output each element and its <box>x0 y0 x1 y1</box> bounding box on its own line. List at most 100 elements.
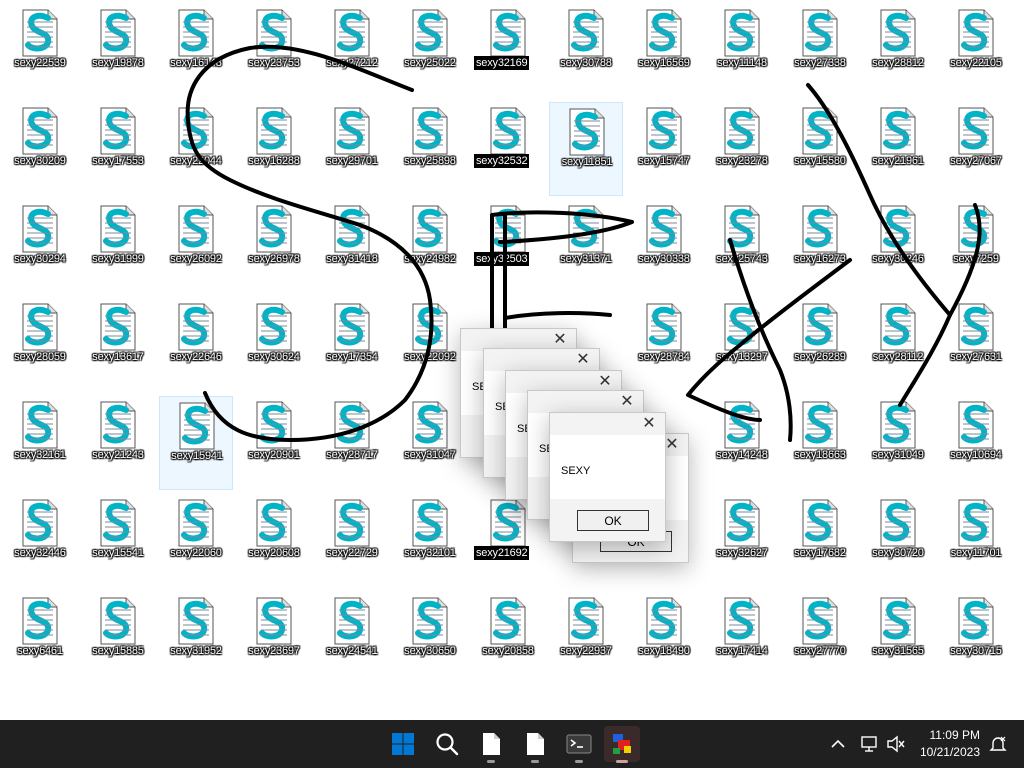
desktop-file-icon[interactable]: sexy16288 <box>237 102 311 196</box>
desktop-file-icon[interactable]: sexy11851 <box>549 102 623 196</box>
desktop-file-icon[interactable]: sexy31952 <box>159 592 233 686</box>
desktop-file-icon[interactable]: sexy17682 <box>783 494 857 588</box>
desktop-file-icon[interactable]: sexy27067 <box>939 102 1013 196</box>
desktop-file-icon[interactable]: sexy11701 <box>939 494 1013 588</box>
desktop-file-icon[interactable]: sexy6461 <box>3 592 77 686</box>
terminal-button[interactable] <box>561 726 597 763</box>
desktop-file-icon[interactable]: sexy20608 <box>237 494 311 588</box>
network-button[interactable] <box>858 732 882 756</box>
desktop-file-icon[interactable]: sexy30624 <box>237 298 311 392</box>
desktop-file-icon[interactable]: sexy22646 <box>159 298 233 392</box>
desktop-file-icon[interactable]: sexy17414 <box>705 592 779 686</box>
desktop-file-icon[interactable]: sexy30715 <box>939 592 1013 686</box>
desktop-file-icon[interactable]: sexy17553 <box>81 102 155 196</box>
desktop-file-icon[interactable]: sexy30209 <box>3 102 77 196</box>
desktop-file-icon[interactable]: sexy31047 <box>393 396 467 490</box>
notification-button[interactable] <box>986 732 1010 756</box>
start-button[interactable] <box>385 726 421 762</box>
desktop-file-icon[interactable]: sexy26092 <box>159 200 233 294</box>
desktop-file-icon[interactable]: sexy24982 <box>393 200 467 294</box>
close-icon[interactable]: ✕ <box>617 393 637 411</box>
desktop-file-icon[interactable]: sexy20858 <box>471 592 545 686</box>
malware-app-button[interactable] <box>604 726 640 763</box>
ok-button[interactable]: OK <box>577 510 649 531</box>
desktop-file-icon[interactable]: sexy7259 <box>939 200 1013 294</box>
clock[interactable]: 11:09 PM 10/21/2023 <box>910 727 980 761</box>
desktop-file-icon[interactable]: sexy31565 <box>861 592 935 686</box>
desktop-file-icon[interactable]: sexy15580 <box>783 102 857 196</box>
desktop-file-icon[interactable]: sexy23753 <box>237 4 311 98</box>
desktop-file-icon[interactable]: sexy22060 <box>159 494 233 588</box>
desktop-file-icon[interactable]: sexy28717 <box>315 396 389 490</box>
close-icon[interactable]: ✕ <box>573 351 593 369</box>
desktop-file-icon[interactable]: sexy22105 <box>939 4 1013 98</box>
desktop-file-icon[interactable]: sexy32169 <box>471 4 545 98</box>
desktop-file-icon[interactable]: sexy23697 <box>237 592 311 686</box>
desktop-file-icon[interactable]: sexy21961 <box>861 102 935 196</box>
close-icon[interactable]: ✕ <box>550 331 570 349</box>
desktop-file-icon[interactable]: sexy32446 <box>3 494 77 588</box>
desktop-file-icon[interactable]: sexy22092 <box>393 298 467 392</box>
desktop-file-icon[interactable]: sexy32101 <box>393 494 467 588</box>
close-icon[interactable]: ✕ <box>639 415 659 433</box>
desktop-file-icon[interactable]: sexy18490 <box>627 592 701 686</box>
desktop-file-icon[interactable]: sexy22937 <box>549 592 623 686</box>
desktop-file-icon[interactable]: sexy32503 <box>471 200 545 294</box>
desktop-file-icon[interactable]: sexy28059 <box>3 298 77 392</box>
desktop-file-icon[interactable]: sexy31049 <box>861 396 935 490</box>
desktop-file-icon[interactable]: sexy30294 <box>3 200 77 294</box>
desktop-file-icon[interactable]: sexy30720 <box>861 494 935 588</box>
desktop-file-icon[interactable]: sexy10694 <box>939 396 1013 490</box>
desktop-file-icon[interactable]: sexy25022 <box>393 4 467 98</box>
desktop-file-icon[interactable]: sexy13297 <box>705 298 779 392</box>
desktop-file-icon[interactable]: sexy26289 <box>783 298 857 392</box>
search-button[interactable] <box>429 726 465 762</box>
desktop-file-icon[interactable]: sexy11148 <box>705 4 779 98</box>
desktop-file-icon[interactable]: sexy28112 <box>861 298 935 392</box>
desktop-file-icon[interactable]: sexy31371 <box>549 200 623 294</box>
desktop-file-icon[interactable]: sexy16569 <box>627 4 701 98</box>
desktop-file-icon[interactable]: sexy30246 <box>861 200 935 294</box>
file-button-1[interactable] <box>473 726 509 763</box>
desktop-file-icon[interactable]: sexy22539 <box>3 4 77 98</box>
desktop-file-icon[interactable]: sexy31999 <box>81 200 155 294</box>
desktop-file-icon[interactable]: sexy28812 <box>861 4 935 98</box>
desktop-file-icon[interactable]: sexy27631 <box>939 298 1013 392</box>
desktop-file-icon[interactable]: sexy15941 <box>159 396 233 490</box>
volume-button[interactable] <box>884 732 908 756</box>
message-box[interactable]: SEXY ✕ OK <box>549 412 666 542</box>
desktop-file-icon[interactable]: sexy27770 <box>783 592 857 686</box>
desktop-file-icon[interactable]: sexy16273 <box>783 200 857 294</box>
desktop-file-icon[interactable]: sexy16148 <box>159 4 233 98</box>
desktop-file-icon[interactable]: sexy22729 <box>315 494 389 588</box>
file-button-2[interactable] <box>517 726 553 763</box>
close-icon[interactable]: ✕ <box>595 373 615 391</box>
desktop-file-icon[interactable]: sexy30338 <box>627 200 701 294</box>
desktop-file-icon[interactable]: sexy17354 <box>315 298 389 392</box>
desktop-file-icon[interactable]: sexy28784 <box>627 298 701 392</box>
desktop-file-icon[interactable]: sexy21243 <box>81 396 155 490</box>
desktop-file-icon[interactable]: sexy27338 <box>783 4 857 98</box>
desktop-file-icon[interactable]: sexy15885 <box>81 592 155 686</box>
desktop-file-icon[interactable]: sexy25898 <box>393 102 467 196</box>
desktop-file-icon[interactable]: sexy29701 <box>315 102 389 196</box>
desktop-file-icon[interactable]: sexy15541 <box>81 494 155 588</box>
desktop-file-icon[interactable]: sexy32161 <box>3 396 77 490</box>
desktop-file-icon[interactable]: sexy31418 <box>315 200 389 294</box>
desktop-file-icon[interactable]: sexy30788 <box>549 4 623 98</box>
desktop-file-icon[interactable]: sexy24541 <box>315 592 389 686</box>
desktop-file-icon[interactable]: sexy26978 <box>237 200 311 294</box>
desktop-file-icon[interactable]: sexy18663 <box>783 396 857 490</box>
desktop-file-icon[interactable]: sexy22044 <box>159 102 233 196</box>
desktop-file-icon[interactable]: sexy23278 <box>705 102 779 196</box>
desktop-file-icon[interactable]: sexy27212 <box>315 4 389 98</box>
desktop-file-icon[interactable]: sexy32532 <box>471 102 545 196</box>
desktop-file-icon[interactable]: sexy30650 <box>393 592 467 686</box>
desktop-file-icon[interactable]: sexy20901 <box>237 396 311 490</box>
desktop-file-icon[interactable]: sexy19878 <box>81 4 155 98</box>
desktop-file-icon[interactable]: sexy13617 <box>81 298 155 392</box>
show-hidden-icons-button[interactable] <box>826 732 850 756</box>
desktop-file-icon[interactable]: sexy14248 <box>705 396 779 490</box>
desktop-file-icon[interactable]: sexy32627 <box>705 494 779 588</box>
desktop-file-icon[interactable]: sexy15747 <box>627 102 701 196</box>
